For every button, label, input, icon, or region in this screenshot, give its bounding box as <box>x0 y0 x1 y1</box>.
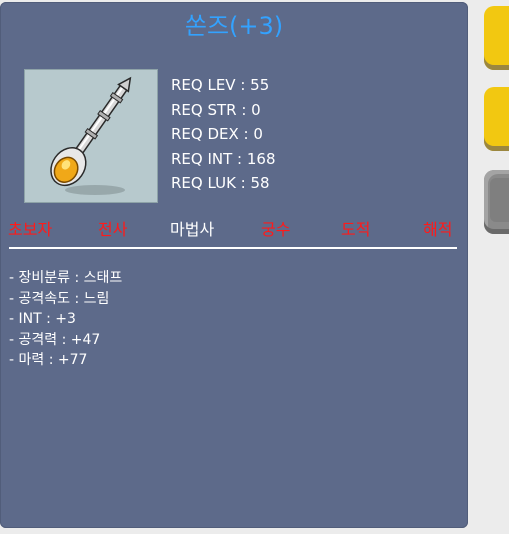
item-tooltip: 쏜즈(+3) REQ LEV : 55 REQ STR : 0 REQ DEX … <box>0 2 468 528</box>
divider <box>9 247 457 249</box>
item-stats: - 장비분류 : 스태프 - 공격속도 : 느림 - INT : +3 - 공격… <box>9 268 122 371</box>
job-beginner: 초보자 <box>8 220 53 239</box>
side-tab-2[interactable] <box>484 87 509 151</box>
job-warrior: 전사 <box>98 220 128 239</box>
side-tab-1[interactable] <box>484 6 509 70</box>
requirements-list: REQ LEV : 55 REQ STR : 0 REQ DEX : 0 REQ… <box>171 73 276 196</box>
req-str: REQ STR : 0 <box>171 100 261 119</box>
job-requirements: 초보자 전사 마법사 궁수 도적 해적 <box>0 218 468 242</box>
req-luk: REQ LUK : 58 <box>171 174 270 192</box>
stat-magic: - 마력 : +77 <box>9 352 88 368</box>
stat-attack: - 공격력 : +47 <box>9 331 101 348</box>
job-thief: 도적 <box>341 220 371 239</box>
side-tab-3[interactable] <box>484 170 509 234</box>
req-dex: REQ DEX : 0 <box>171 125 263 143</box>
job-bowman: 궁수 <box>261 220 291 239</box>
item-name: 쏜즈(+3) <box>184 12 284 40</box>
job-magician: 마법사 <box>170 220 215 239</box>
staff-icon <box>50 76 132 195</box>
req-int: REQ INT : 168 <box>171 149 276 168</box>
job-pirate: 해적 <box>423 220 453 239</box>
stat-int: - INT : +3 <box>9 311 76 327</box>
stat-attack-speed: - 공격속도 : 느림 <box>9 290 110 307</box>
item-icon-frame <box>24 69 158 203</box>
stat-category: - 장비분류 : 스태프 <box>9 270 123 286</box>
req-level: REQ LEV : 55 <box>171 76 270 94</box>
game-window: 쏜즈(+3) REQ LEV : 55 REQ STR : 0 REQ DEX … <box>0 0 509 534</box>
